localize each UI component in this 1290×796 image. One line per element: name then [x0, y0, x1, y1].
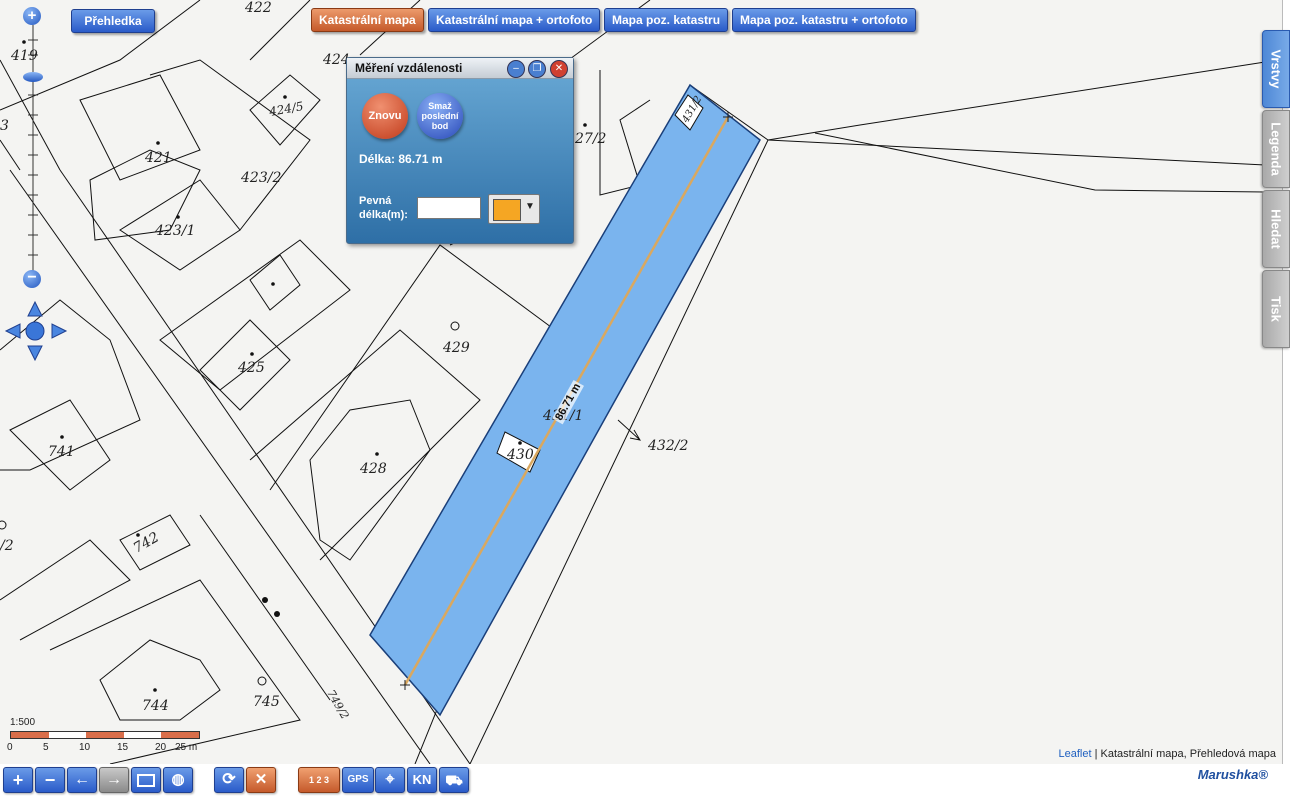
plus-icon: + — [12, 770, 24, 790]
parcel-label: 27/2 — [575, 131, 607, 147]
close-icon: ✕ — [254, 771, 268, 788]
cadastral-map-button[interactable]: Katastrální mapa — [311, 8, 424, 32]
tab-print[interactable]: Tisk — [1262, 270, 1290, 348]
scale-tick: 10 — [79, 742, 91, 753]
pan-up-icon — [27, 300, 43, 317]
minus-icon: − — [44, 770, 56, 790]
scale-tick: 25 m — [175, 742, 198, 753]
parcel-label: 432/2 — [648, 438, 689, 454]
pan-left-icon — [4, 323, 21, 339]
pan-control[interactable] — [4, 300, 68, 362]
fixed-length-input[interactable] — [417, 197, 481, 219]
parcel-label: 430 — [507, 447, 534, 463]
scale-tick: 5 — [43, 742, 49, 753]
globe-icon: ◍ — [171, 771, 185, 788]
parcel-label: 3 — [0, 118, 9, 134]
gps-button[interactable]: GPS — [342, 767, 374, 793]
zoom-box-button[interactable] — [131, 767, 161, 793]
fixed-length-label: Pevná délka(m): — [359, 195, 408, 221]
refresh-button[interactable]: ⟳ — [214, 767, 244, 793]
parcel-label: 425 — [238, 360, 265, 376]
tab-search[interactable]: Hledat — [1262, 190, 1290, 268]
brand-logo: Marushka® — [1197, 767, 1268, 782]
measure-dialog: Měření vzdálenosti – ❐ ✕ Znovu Smaž posl… — [346, 57, 574, 244]
land-map-button[interactable]: Mapa poz. katastru — [604, 8, 729, 32]
refresh-icon: ⟳ — [222, 771, 236, 788]
zoom-out-icon[interactable]: − — [23, 270, 41, 288]
arrow-right-icon: → — [106, 771, 122, 788]
crosshair-icon: ⌖ — [385, 771, 395, 788]
parcel-label: /2 — [0, 538, 14, 554]
back-button[interactable]: ← — [67, 767, 97, 793]
zoom-in-icon[interactable]: + — [23, 7, 41, 25]
parcel-label: 428 — [360, 461, 387, 477]
attribution: Leaflet | Katastrální mapa, Přehledová m… — [1058, 748, 1277, 760]
zoom-out-button[interactable]: − — [35, 767, 65, 793]
kn-button[interactable]: KN — [407, 767, 437, 793]
scale-bar — [10, 731, 200, 739]
parcel-label: 745 — [253, 694, 280, 710]
parcel-label: 422 — [245, 0, 272, 16]
minimize-icon[interactable]: – — [507, 60, 525, 78]
delete-last-point-button[interactable]: Smaž poslední bod — [417, 93, 463, 139]
cadastral-ortho-button[interactable]: Katastrální mapa + ortofoto — [428, 8, 601, 32]
parcel-label: 741 — [48, 444, 75, 460]
map-canvas[interactable]: 422 424 419 424/5 421 423/2 423/1 27/2 4… — [0, 0, 1283, 764]
parcel-label: 429 — [443, 340, 470, 356]
land-map-ortho-button[interactable]: Mapa poz. katastru + ortofoto — [732, 8, 916, 32]
zoom-in-button[interactable]: + — [3, 767, 33, 793]
pan-down-icon — [27, 345, 43, 362]
pan-right-icon — [51, 323, 68, 339]
parcel-label: 423/1 — [155, 223, 196, 239]
close-icon[interactable]: ✕ — [550, 60, 568, 78]
parcel-label: 419 — [11, 48, 38, 64]
restore-icon[interactable]: ❐ — [528, 60, 546, 78]
parcel-label: 423/2 — [241, 170, 282, 186]
distance-text: Délka: 86.71 m — [359, 152, 443, 166]
chevron-down-icon: ▼ — [525, 201, 535, 212]
tab-layers[interactable]: Vrstvy — [1262, 30, 1290, 108]
again-button[interactable]: Znovu — [362, 93, 408, 139]
measure-button[interactable]: 1 2 3 — [298, 767, 340, 793]
ruler-icon: 1 2 3 — [308, 775, 330, 785]
tab-legend[interactable]: Legenda — [1262, 110, 1290, 188]
cart-icon: ⛟ — [445, 772, 463, 788]
color-swatch — [493, 199, 521, 221]
arrow-left-icon: ← — [74, 771, 90, 788]
overview-button[interactable]: Přehledka — [71, 9, 155, 33]
parcel-label: 744 — [142, 698, 169, 714]
color-picker[interactable]: ▼ — [488, 194, 540, 224]
forward-button[interactable]: → — [99, 767, 129, 793]
scale-tick: 15 — [117, 742, 129, 753]
full-extent-button[interactable]: ◍ — [163, 767, 193, 793]
zoom-slider-handle[interactable] — [23, 72, 43, 82]
cadastral-map-lines — [0, 0, 1266, 764]
cancel-button[interactable]: ✕ — [246, 767, 276, 793]
cart-button[interactable]: ⛟ — [439, 767, 469, 793]
pan-center-icon — [25, 321, 45, 341]
scale-tick: 20 — [155, 742, 167, 753]
scale-tick: 0 — [7, 742, 13, 753]
rectangle-icon — [137, 774, 155, 788]
scale-ratio: 1:500 — [10, 717, 36, 728]
locate-button[interactable]: ⌖ — [375, 767, 405, 793]
leaflet-link[interactable]: Leaflet — [1059, 748, 1092, 760]
parcel-label: 421 — [145, 150, 172, 166]
